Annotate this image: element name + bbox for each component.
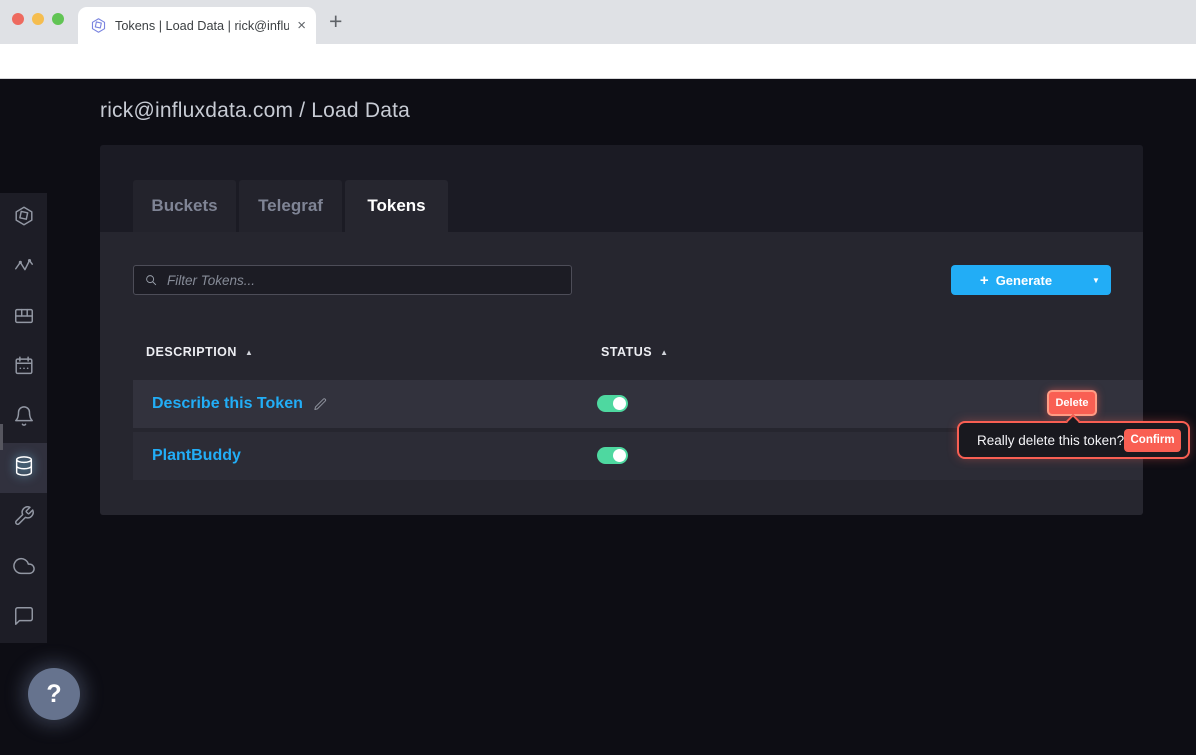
chat-icon [13, 605, 35, 632]
column-header-description[interactable]: DESCRIPTION▲ [146, 345, 253, 359]
plus-icon: + [980, 273, 989, 288]
delete-confirmation-popover: Really delete this token? Confirm [957, 421, 1190, 459]
sidebar-item-settings[interactable] [0, 493, 47, 543]
delete-token-button[interactable]: Delete [1047, 390, 1097, 416]
generate-token-button[interactable]: + Generate ▼ [951, 265, 1111, 295]
zoom-window-button[interactable] [52, 13, 64, 25]
influxdb-app: rick@influxdata.com / Load Data [0, 79, 1196, 755]
minimize-window-button[interactable] [32, 13, 44, 25]
tab-tokens[interactable]: Tokens [345, 180, 448, 232]
tab-title: Tokens | Load Data | rick@influ [115, 19, 289, 33]
sidebar-item-tasks[interactable] [0, 343, 47, 393]
tab-buckets[interactable]: Buckets [133, 180, 236, 232]
search-icon [144, 273, 158, 287]
sidebar-item-feedback[interactable] [0, 593, 47, 643]
edit-pencil-icon[interactable] [313, 397, 328, 412]
dashboards-icon [13, 305, 35, 332]
sidebar-item-alerts[interactable] [0, 393, 47, 443]
sort-asc-icon: ▲ [245, 348, 253, 357]
sidebar-item-data-explorer[interactable] [0, 243, 47, 293]
bell-icon [13, 405, 35, 432]
delete-confirmation-question: Really delete this token? [977, 433, 1124, 448]
table-header-row: DESCRIPTION▲ STATUS▲ [133, 345, 1143, 361]
token-status-toggle[interactable] [597, 447, 628, 464]
sort-asc-icon: ▲ [660, 348, 668, 357]
close-window-button[interactable] [12, 13, 24, 25]
browser-tab-strip: Tokens | Load Data | rick@influ × + [0, 0, 1196, 44]
column-header-status[interactable]: STATUS▲ [601, 345, 669, 359]
token-name-link[interactable]: Describe this Token [152, 395, 303, 413]
generate-label-group: + Generate [951, 273, 1081, 288]
tokens-tab-content: + Generate ▼ DESCRIPTION▲ STATUS▲ Describ… [100, 232, 1143, 515]
calendar-icon [13, 355, 35, 382]
tab-telegraf[interactable]: Telegraf [239, 180, 342, 232]
tab-close-icon[interactable]: × [297, 18, 306, 33]
toggle-knob [613, 397, 626, 410]
page-title: rick@influxdata.com / Load Data [100, 99, 410, 123]
traffic-lights [12, 13, 64, 25]
load-data-panel: Buckets Telegraf Tokens + Generate ▼ DESC… [100, 145, 1143, 515]
chevron-down-icon[interactable]: ▼ [1081, 276, 1111, 285]
browser-tab[interactable]: Tokens | Load Data | rick@influ × [78, 7, 316, 44]
sidebar-item-dashboards[interactable] [0, 293, 47, 343]
token-status-toggle[interactable] [597, 395, 628, 412]
scrollbar-fragment [0, 424, 3, 450]
filter-tokens-field[interactable] [133, 265, 572, 295]
database-icon [13, 455, 35, 482]
browser-toolbar: us-west-2-1.aws.cloud2.influxdata.com/or… [0, 44, 1196, 79]
sidebar-item-load-data[interactable] [0, 443, 47, 493]
token-name-link[interactable]: PlantBuddy [152, 447, 241, 465]
filter-tokens-input[interactable] [167, 273, 561, 288]
generate-label: Generate [996, 273, 1052, 288]
influxdb-favicon-icon [90, 17, 107, 34]
influxdb-cube-icon [13, 205, 35, 232]
load-data-tabs: Buckets Telegraf Tokens [133, 180, 448, 232]
wrench-icon [13, 505, 35, 532]
sidebar-item-usage[interactable] [0, 543, 47, 593]
browser-window: Tokens | Load Data | rick@influ × + us-w… [0, 0, 1196, 755]
nav-sidebar [0, 193, 47, 643]
cloud-icon [13, 555, 35, 582]
help-button[interactable]: ? [28, 668, 80, 720]
toggle-knob [613, 449, 626, 462]
sidebar-item-home[interactable] [0, 193, 47, 243]
new-tab-button[interactable]: + [329, 8, 342, 35]
graph-icon [13, 255, 35, 282]
confirm-delete-button[interactable]: Confirm [1124, 429, 1181, 452]
